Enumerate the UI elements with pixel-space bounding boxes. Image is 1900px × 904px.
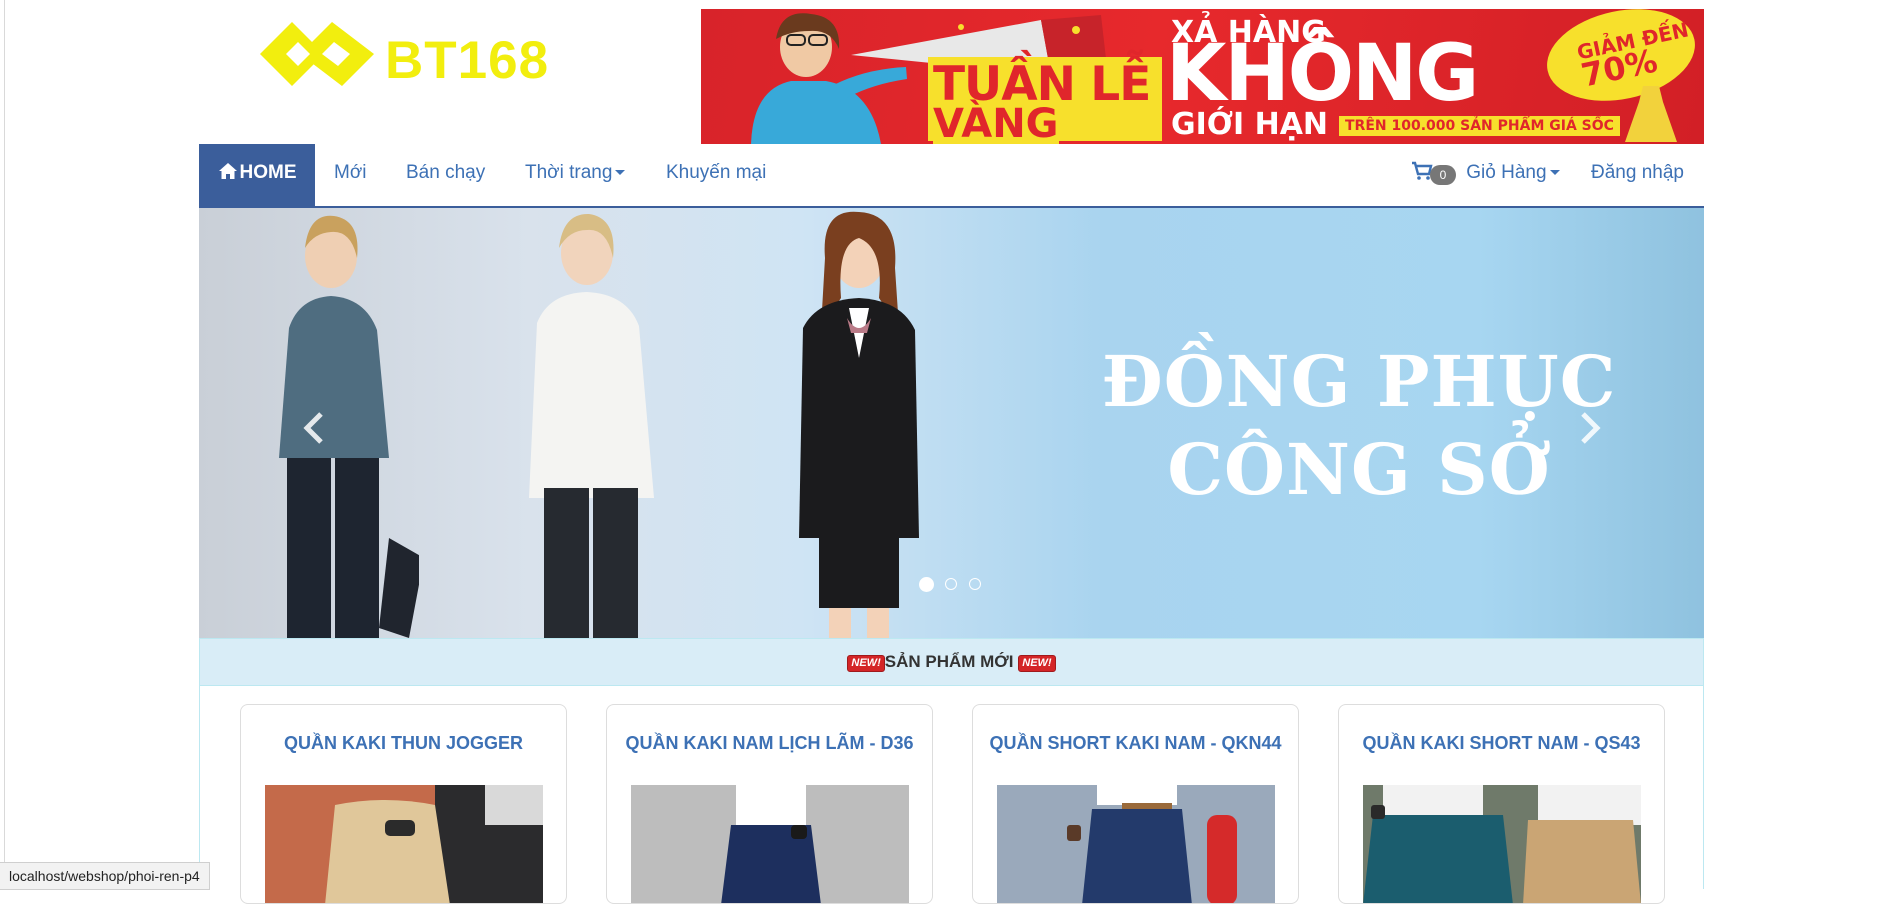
- nav-thoi-trang-dropdown[interactable]: Thời trang: [525, 144, 626, 206]
- home-icon: [218, 163, 237, 179]
- slide-model-2: [529, 213, 654, 638]
- new-badge: NEW!: [847, 655, 885, 672]
- product-title[interactable]: QUẦN KAKI SHORT NAM - QS43: [1339, 733, 1664, 754]
- product-image[interactable]: [631, 785, 909, 904]
- site-logo[interactable]: BT168: [250, 14, 560, 102]
- slide-title-line2: CÔNG SỞ: [1167, 428, 1551, 511]
- nav-ban-chay[interactable]: Bán chạy: [406, 144, 485, 206]
- dress-icon: [1625, 86, 1677, 142]
- new-products-heading: NEW! SẢN PHẨM MỚI NEW!: [199, 638, 1704, 686]
- nav-home-label: HOME: [239, 162, 297, 183]
- nav-thoi-trang-label: Thời trang: [525, 162, 613, 183]
- product-title[interactable]: QUẦN KAKI NAM LỊCH LÃM - D36: [607, 733, 932, 754]
- logo-mark-icon: [260, 22, 374, 86]
- product-image[interactable]: [265, 785, 543, 904]
- product-image[interactable]: [997, 785, 1275, 904]
- banner-text-vang: VÀNG: [933, 101, 1059, 144]
- carousel-indicator-1[interactable]: [919, 577, 934, 592]
- window-left-border: [4, 0, 5, 889]
- logo-text: BT168: [385, 31, 550, 90]
- product-image[interactable]: [1363, 785, 1641, 904]
- slide-title-line1: ĐỒNG PHỤC: [1101, 340, 1617, 423]
- product-title[interactable]: QUẦN KAKI THUN JOGGER: [241, 733, 566, 754]
- carousel-indicators: [919, 577, 988, 595]
- banner-text-tren: TRÊN 100.000 SẢN PHẨM GIÁ SỐC: [1339, 116, 1620, 136]
- cart-count-badge: 0: [1430, 165, 1456, 185]
- nav-khuyen-mai[interactable]: Khuyến mại: [666, 144, 766, 206]
- promo-banner[interactable]: TUẦN LỄ VÀNG XẢ HÀNG KHÔNG GIỚI HẠN TRÊN…: [701, 9, 1704, 144]
- product-title[interactable]: QUẦN SHORT KAKI NAM - QKN44: [973, 733, 1298, 754]
- carousel-indicator-3[interactable]: [968, 578, 981, 590]
- product-grid: QUẦN KAKI THUN JOGGER QUẦN KAKI NAM LỊCH…: [199, 686, 1704, 904]
- hero-carousel: ĐỒNG PHỤC CÔNG SỞ: [199, 208, 1704, 638]
- new-badge: NEW!: [1018, 655, 1056, 672]
- carousel-next-arrow-icon[interactable]: [1569, 408, 1609, 448]
- browser-status-url: localhost/webshop/phoi-ren-p4: [0, 862, 210, 890]
- product-card[interactable]: QUẦN KAKI NAM LỊCH LÃM - D36: [606, 704, 933, 904]
- carousel-indicator-2[interactable]: [945, 578, 958, 590]
- nav-cart-dropdown[interactable]: 0 Giỏ Hàng: [1411, 144, 1560, 206]
- nav-home[interactable]: HOME: [199, 144, 315, 206]
- nav-moi[interactable]: Mới: [334, 144, 367, 206]
- main-navbar: HOME Mới Bán chạy Thời trang Khuyến mại …: [199, 144, 1704, 208]
- carousel-prev-arrow-icon[interactable]: [295, 408, 335, 448]
- nav-dang-nhap[interactable]: Đăng nhập: [1591, 144, 1684, 206]
- nav-gio-hang-label: Giỏ Hàng: [1466, 162, 1547, 183]
- product-card[interactable]: QUẦN KAKI THUN JOGGER: [240, 704, 567, 904]
- slide-model-3: [799, 211, 919, 638]
- banner-text-gioi-han: GIỚI HẠN: [1171, 107, 1329, 142]
- product-card[interactable]: QUẦN KAKI SHORT NAM - QS43: [1338, 704, 1665, 904]
- caret-down-icon: [1549, 170, 1560, 176]
- slide-title: ĐỒNG PHỤC CÔNG SỞ: [1079, 338, 1639, 514]
- caret-down-icon: [615, 170, 626, 176]
- product-card[interactable]: QUẦN SHORT KAKI NAM - QKN44: [972, 704, 1299, 904]
- banner-text-khong: KHÔNG: [1166, 29, 1479, 119]
- section-title: SẢN PHẨM MỚI: [884, 652, 1014, 671]
